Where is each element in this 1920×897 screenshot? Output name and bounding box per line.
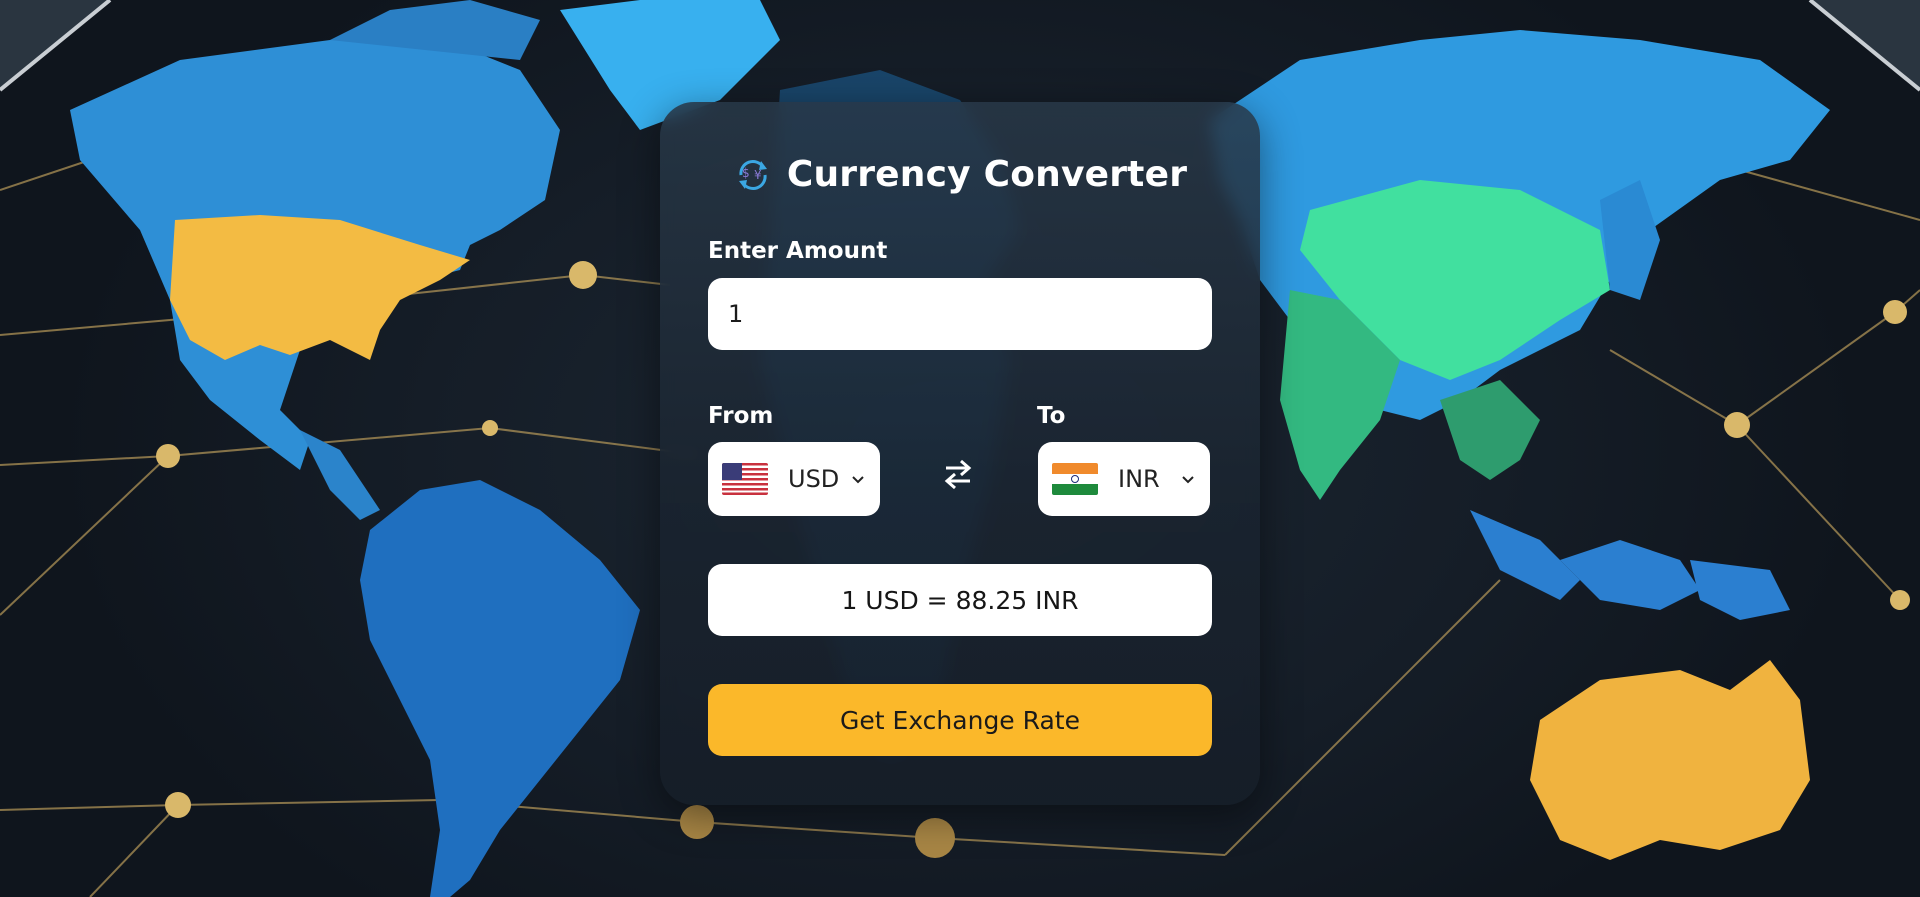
svg-text:¥: ¥ [754, 168, 762, 182]
chevron-down-icon [1182, 476, 1194, 484]
to-currency-code: INR [1118, 465, 1160, 493]
amount-input[interactable] [708, 278, 1212, 350]
swap-arrows-icon [944, 459, 972, 490]
from-currency-select[interactable]: USD [708, 442, 880, 516]
chevron-down-icon [852, 476, 864, 484]
swap-button[interactable] [938, 454, 978, 494]
amount-label: Enter Amount [708, 238, 888, 264]
svg-text:$: $ [742, 166, 750, 180]
us-flag-icon [722, 463, 768, 495]
from-label: From [708, 403, 774, 429]
page-title: Currency Converter [786, 154, 1188, 195]
title-row: $ ¥ Currency Converter [660, 154, 1260, 195]
get-exchange-rate-button[interactable]: Get Exchange Rate [708, 684, 1212, 756]
india-flag-icon [1052, 463, 1098, 495]
currency-exchange-icon: $ ¥ [738, 159, 767, 190]
to-currency-select[interactable]: INR [1038, 442, 1210, 516]
to-label: To [1037, 403, 1066, 429]
from-currency-code: USD [788, 465, 840, 493]
converter-card: $ ¥ Currency Converter Enter Amount From [660, 102, 1260, 805]
exchange-rate-result: 1 USD = 88.25 INR [708, 564, 1212, 636]
